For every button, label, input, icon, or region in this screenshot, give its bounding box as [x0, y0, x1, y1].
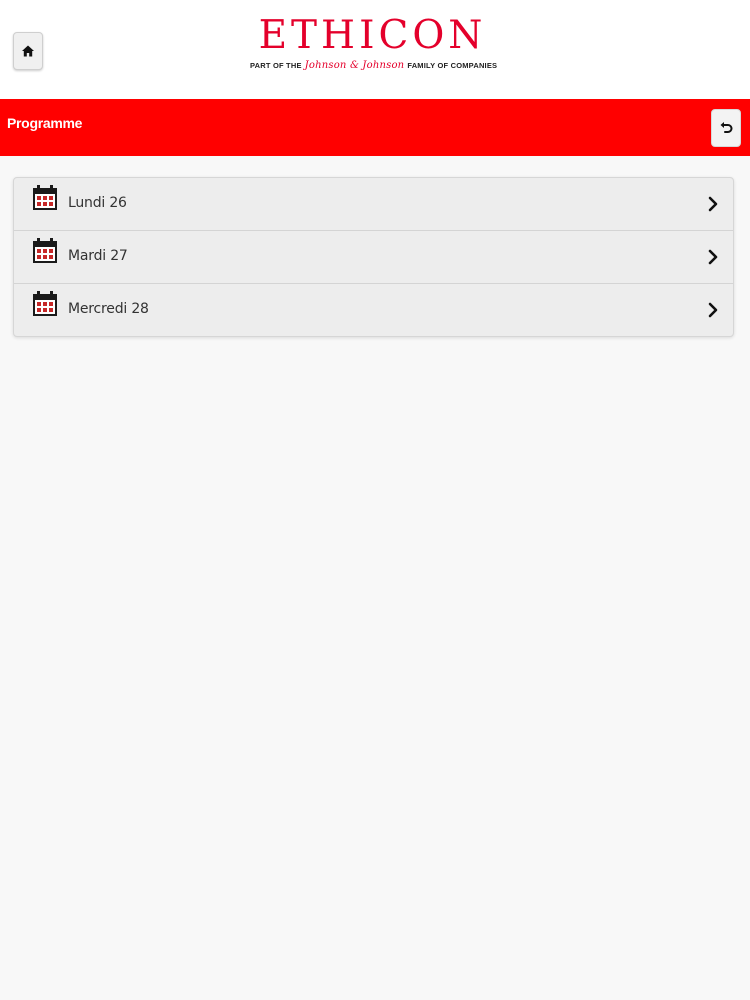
- home-icon: [22, 45, 34, 57]
- brand-bar: ETHICON PART OF THE Johnson & Johnson FAMI…: [0, 0, 750, 99]
- calendar-icon: [33, 238, 57, 263]
- calendar-icon: [33, 291, 57, 316]
- day-list: Lundi 26 Mardi 27 Mercredi 28: [13, 177, 734, 337]
- back-button[interactable]: [711, 109, 741, 147]
- logo-tagline: PART OF THE Johnson & Johnson FAMILY OF CO…: [250, 60, 498, 71]
- chevron-right-icon: [708, 249, 718, 265]
- list-item-label: Mercredi 28: [68, 301, 149, 317]
- list-item-label: Mardi 27: [68, 248, 128, 264]
- ethicon-logo: ETHICON PART OF THE Johnson & Johnson FAMI…: [250, 13, 498, 84]
- logo-tagline-suffix: FAMILY OF COMPANIES: [407, 61, 498, 70]
- page-title: Programme: [7, 115, 83, 131]
- home-button[interactable]: [13, 32, 43, 70]
- calendar-icon: [33, 185, 57, 210]
- chevron-right-icon: [708, 302, 718, 318]
- list-item-label: Lundi 26: [68, 195, 127, 211]
- list-item-mardi[interactable]: Mardi 27: [14, 231, 733, 284]
- page: ETHICON PART OF THE Johnson & Johnson FAMI…: [0, 0, 750, 1000]
- list-item-mercredi[interactable]: Mercredi 28: [14, 284, 733, 336]
- logo-tagline-prefix: PART OF THE: [250, 61, 302, 70]
- page-header: Programme: [0, 99, 750, 156]
- chevron-right-icon: [708, 196, 718, 212]
- list-item-lundi[interactable]: Lundi 26: [14, 178, 733, 231]
- logo-tagline-script: Johnson & Johnson: [304, 60, 405, 71]
- back-arrow-icon: [720, 122, 733, 133]
- logo-wordmark: ETHICON: [258, 13, 487, 58]
